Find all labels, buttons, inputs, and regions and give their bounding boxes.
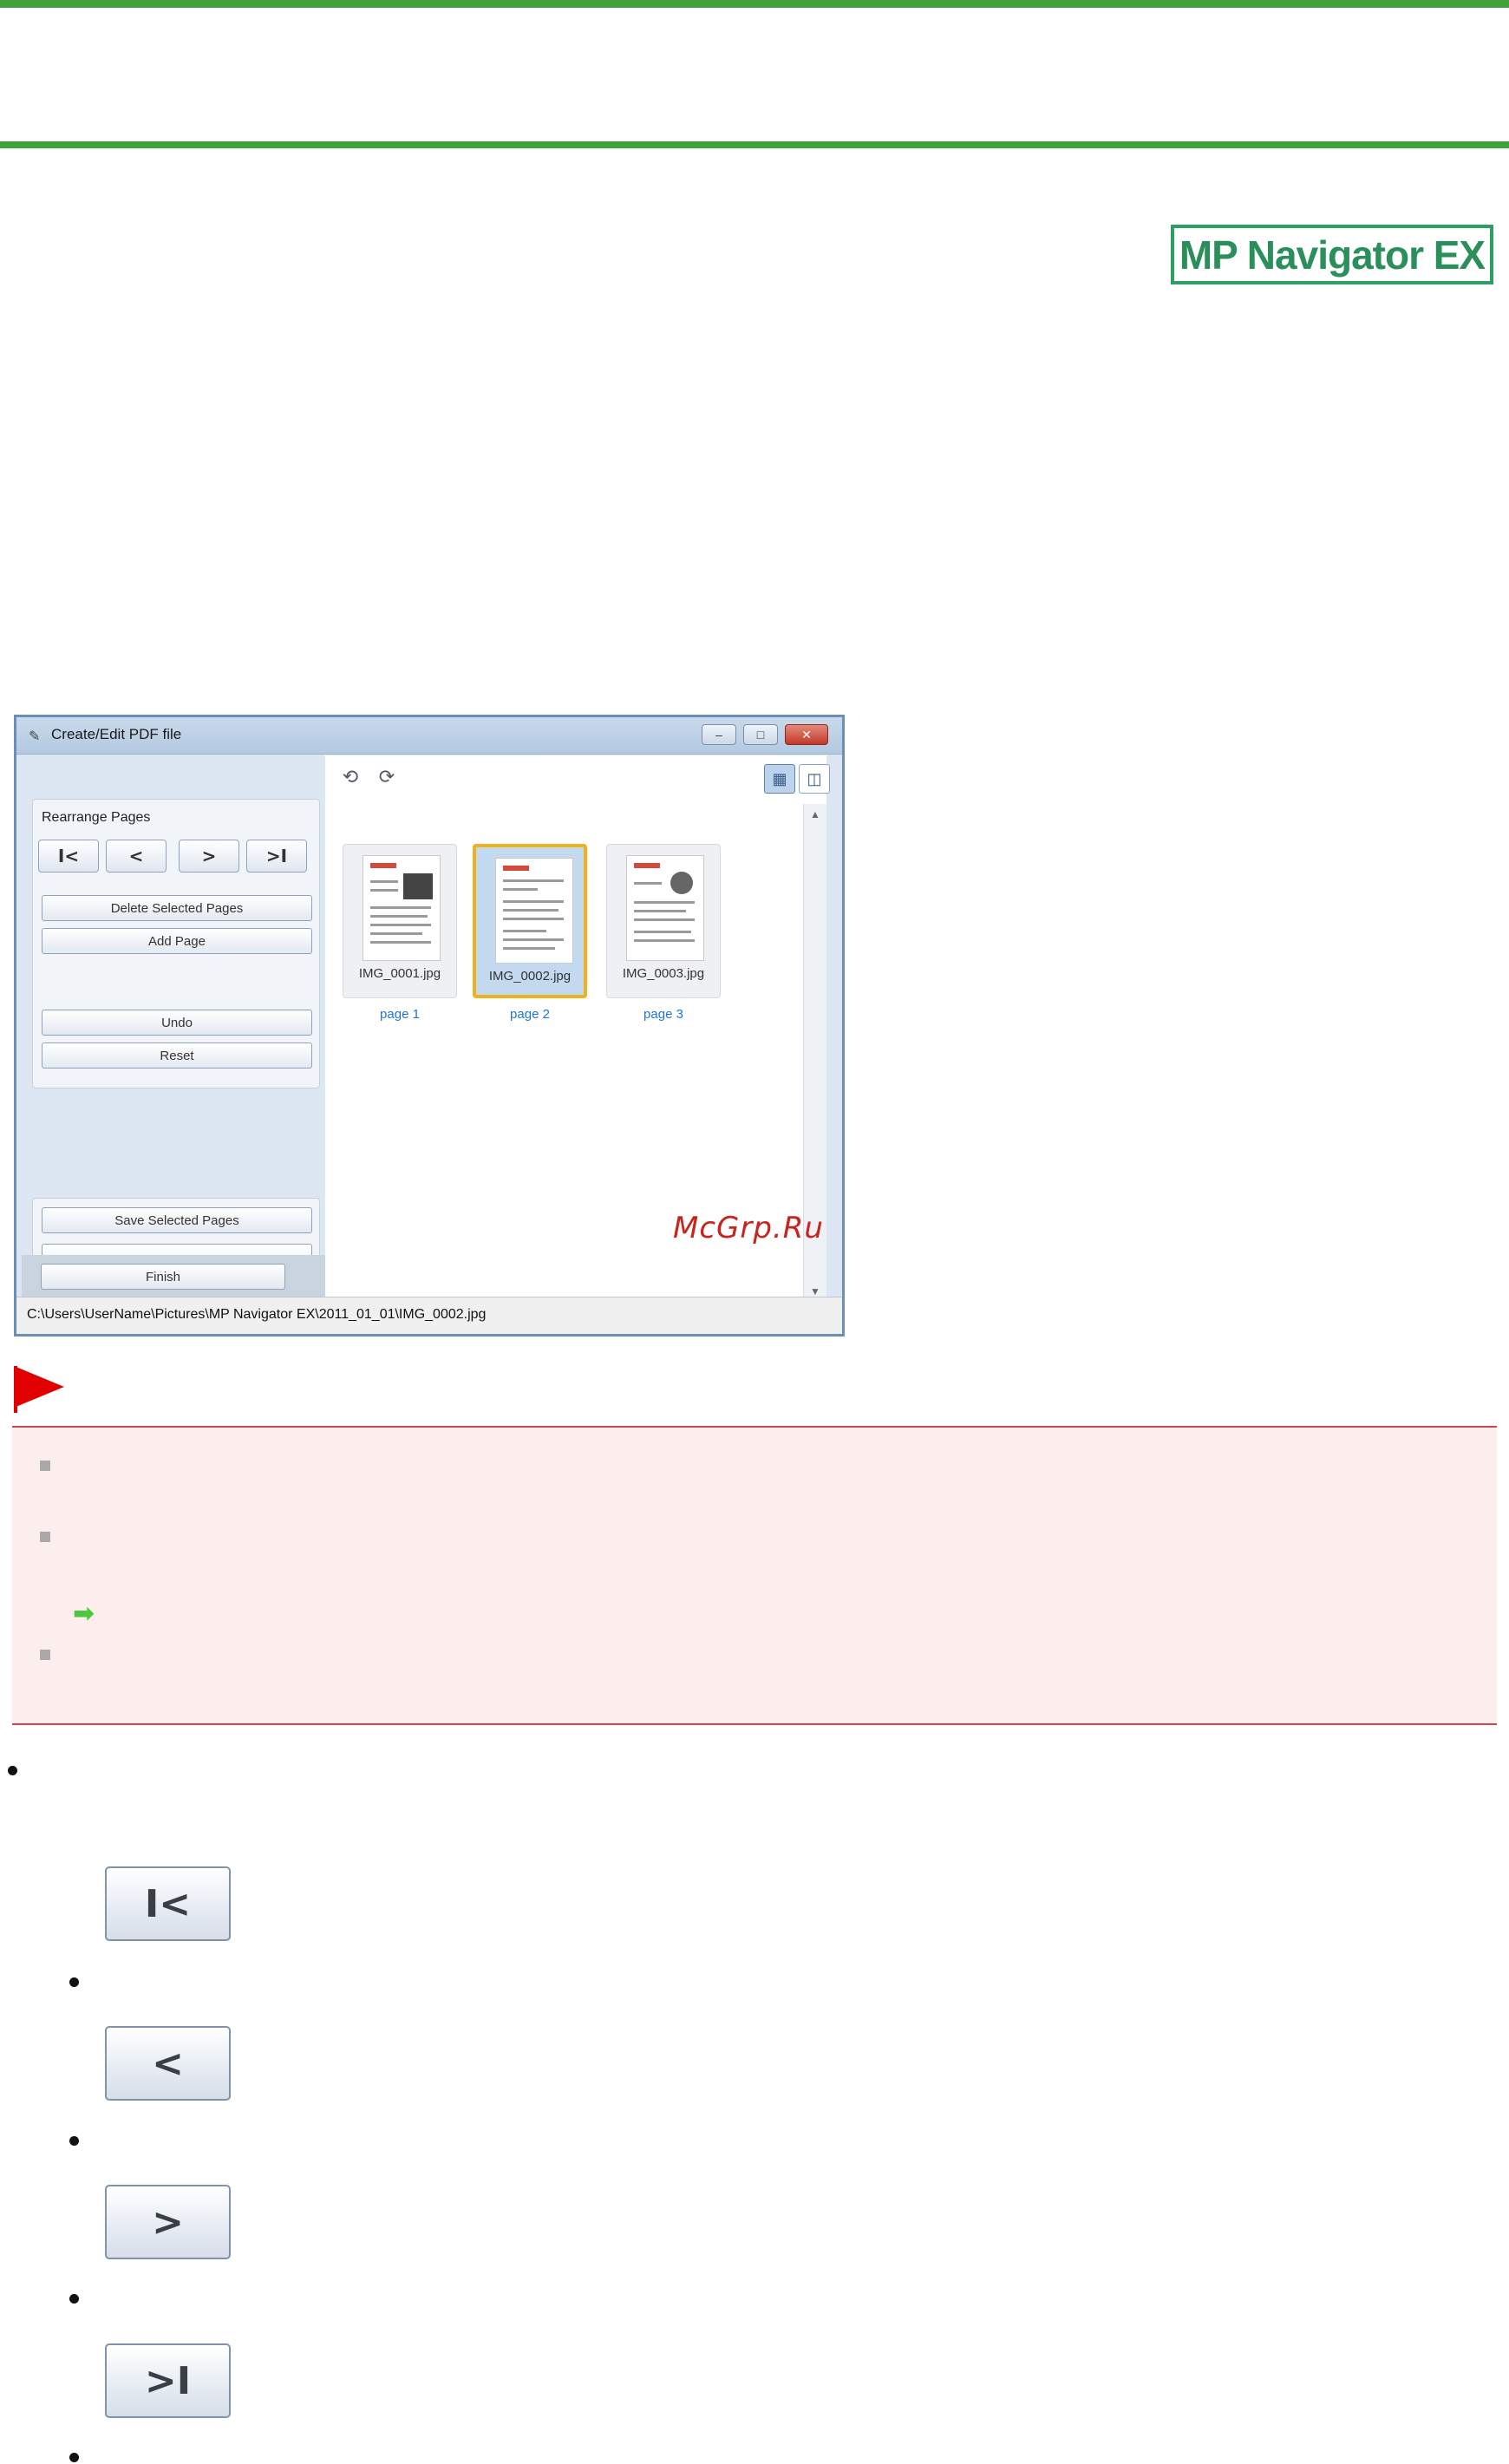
important-notice-box <box>12 1426 1497 1725</box>
thumbnail-filename: IMG_0001.jpg <box>358 966 441 981</box>
status-file-path: C:\Users\UserName\Pictures\MP Navigator … <box>27 1307 487 1322</box>
status-bar: C:\Users\UserName\Pictures\MP Navigator … <box>16 1297 842 1334</box>
thumbnail-filename: IMG_0002.jpg <box>488 969 572 984</box>
save-selected-pages-button[interactable]: Save Selected Pages <box>42 1207 312 1233</box>
undo-button[interactable]: Undo <box>42 1010 312 1036</box>
reset-button[interactable]: Reset <box>42 1042 312 1069</box>
window-icon: ✎ <box>29 729 41 744</box>
first-page-button[interactable]: I< <box>38 840 99 873</box>
thumbnail-view-icon[interactable]: ▦ <box>764 764 795 794</box>
maximize-icon[interactable]: □ <box>743 724 778 745</box>
notice-bullet <box>40 1532 50 1542</box>
page-number-label: page 1 <box>380 1007 420 1022</box>
page-view-icon[interactable]: ◫ <box>799 764 830 794</box>
rearrange-group: Rearrange Pages I< < > >I Delete Selecte… <box>32 799 320 1088</box>
window-titlebar: ✎ Create/Edit PDF file – □ ✕ <box>16 717 842 755</box>
thumbnail-filename: IMG_0003.jpg <box>622 966 705 981</box>
last-page-button-large: >I <box>105 2343 231 2418</box>
window-title: Create/Edit PDF file <box>51 726 182 742</box>
finish-area: Finish <box>22 1255 325 1300</box>
next-page-button-large: > <box>105 2185 231 2259</box>
list-bullet <box>69 2453 79 2462</box>
page-2-preview <box>495 858 573 964</box>
previous-page-button[interactable]: < <box>106 840 167 873</box>
rotate-right-icon[interactable]: ⟳ <box>374 764 400 790</box>
list-bullet <box>69 2294 79 2304</box>
list-bullet <box>8 1766 17 1775</box>
next-page-button[interactable]: > <box>179 840 239 873</box>
header-rule <box>0 141 1509 148</box>
page-1-preview <box>363 855 441 961</box>
rearrange-label: Rearrange Pages <box>42 810 151 825</box>
notice-bullet <box>40 1461 50 1471</box>
watermark: McGrp.Ru <box>673 1211 824 1245</box>
minimize-icon[interactable]: – <box>702 724 736 745</box>
thumbnail-page-3[interactable]: IMG_0003.jpg <box>606 844 721 998</box>
first-page-button-large: I< <box>105 1866 231 1941</box>
page-number-label: page 2 <box>510 1007 550 1022</box>
thumbnail-page-1[interactable]: IMG_0001.jpg <box>343 844 457 998</box>
arrow-link-icon[interactable]: ➡ <box>73 1598 95 1629</box>
add-page-button[interactable]: Add Page <box>42 928 312 954</box>
top-rule <box>0 0 1509 8</box>
important-flag-icon <box>14 1366 64 1408</box>
list-bullet <box>69 1977 79 1987</box>
brand-badge: MP Navigator EX <box>1171 225 1493 284</box>
delete-selected-pages-button[interactable]: Delete Selected Pages <box>42 895 312 921</box>
close-icon[interactable]: ✕ <box>785 724 828 745</box>
notice-bullet <box>40 1650 50 1660</box>
last-page-button[interactable]: >I <box>246 840 307 873</box>
previous-page-button-large: < <box>105 2026 231 2101</box>
page-3-preview <box>626 855 704 961</box>
thumbnail-page-2[interactable]: IMG_0002.jpg <box>473 844 587 998</box>
list-bullet <box>69 2136 79 2146</box>
left-panel: Rearrange Pages I< < > >I Delete Selecte… <box>22 755 325 1293</box>
page-number-label: page 3 <box>643 1007 683 1022</box>
rotate-left-icon[interactable]: ⟲ <box>337 764 363 790</box>
scroll-up-icon[interactable]: ▲ <box>804 804 826 825</box>
finish-button[interactable]: Finish <box>41 1264 285 1290</box>
